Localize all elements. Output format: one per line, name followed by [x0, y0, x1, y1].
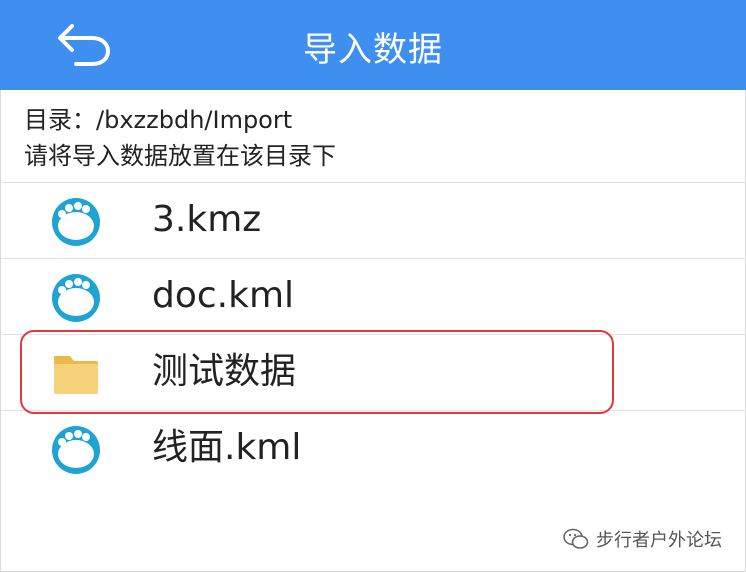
directory-label: 目录： [24, 106, 96, 134]
directory-path: /bxzzbdh/Import [96, 106, 293, 134]
directory-info: 目录：/bxzzbdh/Import 请将导入数据放置在该目录下 [24, 102, 336, 174]
directory-hint: 请将导入数据放置在该目录下 [24, 142, 336, 170]
map-file-icon [52, 274, 100, 322]
selection-highlight [20, 330, 614, 414]
file-name: 线面.kml [152, 427, 302, 468]
watermark-text: 步行者户外论坛 [596, 530, 722, 551]
app-header: 导入数据 [0, 0, 746, 90]
file-row-3kmz[interactable]: 3.kmz [0, 182, 746, 259]
file-row-line-surface-kml[interactable]: 线面.kml [0, 410, 746, 487]
file-row-doc-kml[interactable]: doc.kml [0, 258, 746, 335]
watermark: 步行者户外论坛 [562, 526, 722, 552]
map-file-icon [52, 426, 100, 474]
file-name: 3.kmz [152, 199, 262, 240]
map-file-icon [52, 198, 100, 246]
file-name: doc.kml [152, 275, 295, 316]
directory-line: 目录：/bxzzbdh/Import [24, 102, 336, 138]
page-title: 导入数据 [303, 30, 443, 70]
wechat-icon [563, 528, 589, 549]
